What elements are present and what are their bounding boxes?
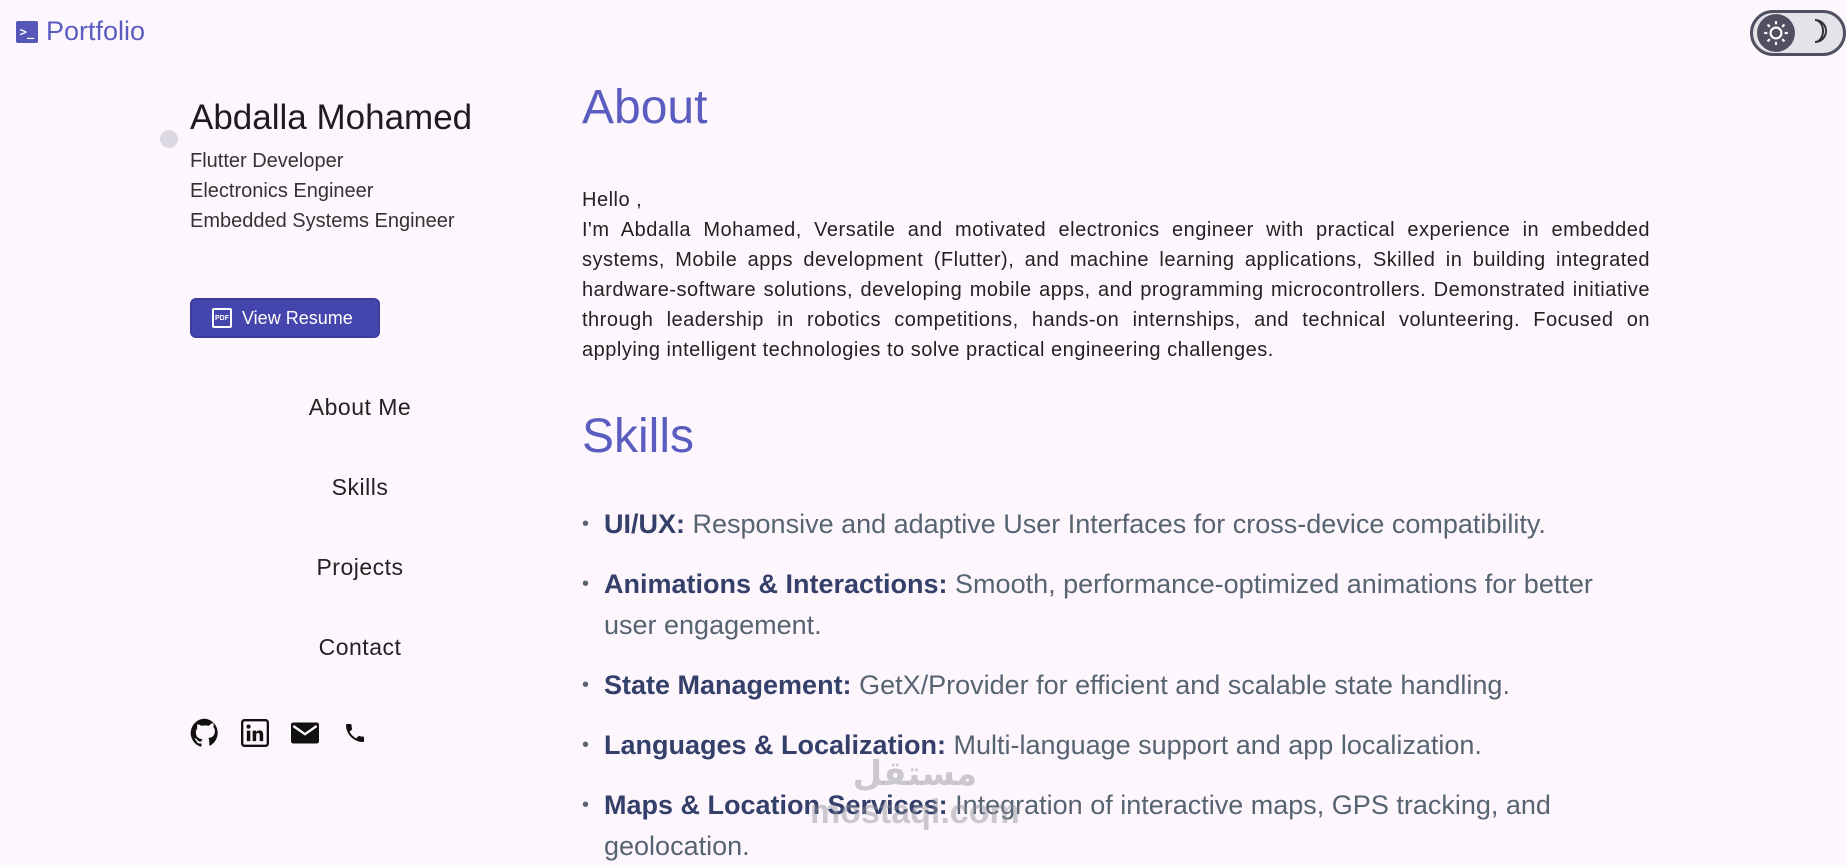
nav-contact[interactable]: Contact <box>160 634 560 661</box>
skill-item: State Management: GetX/Provider for effi… <box>582 665 1650 706</box>
role-flutter: Flutter Developer <box>190 150 344 172</box>
brand-title: Portfolio <box>46 16 146 46</box>
skill-item: UI/UX: Responsive and adaptive User Inte… <box>582 504 1650 545</box>
about-greeting: Hello , <box>582 189 643 211</box>
email-icon[interactable] <box>290 718 320 748</box>
nav-projects[interactable]: Projects <box>160 554 560 581</box>
profile-name: Abdalla Mohamed <box>190 98 473 137</box>
skills-title: Skills <box>582 410 695 463</box>
moon-icon <box>1809 18 1831 49</box>
pdf-icon: PDF <box>212 308 232 328</box>
phone-icon[interactable] <box>340 718 370 748</box>
view-resume-button[interactable]: PDF View Resume <box>190 298 380 338</box>
role-embedded: Embedded Systems Engineer <box>190 210 455 232</box>
social-links <box>190 718 370 748</box>
brand[interactable]: >_ Portfolio <box>16 16 145 47</box>
about-body: I'm Abdalla Mohamed, Versatile and motiv… <box>582 219 1650 361</box>
linkedin-icon[interactable] <box>240 718 270 748</box>
sun-icon <box>1757 14 1795 52</box>
theme-toggle[interactable] <box>1750 10 1846 56</box>
skill-item: Languages & Localization: Multi-language… <box>582 725 1650 766</box>
skills-list: UI/UX: Responsive and adaptive User Inte… <box>582 504 1650 867</box>
skill-item: Animations & Interactions: Smooth, perfo… <box>582 564 1650 646</box>
github-icon[interactable] <box>190 718 220 748</box>
terminal-icon: >_ <box>16 20 38 43</box>
view-resume-label: View Resume <box>242 307 353 328</box>
main-content: About Hello , I'm Abdalla Mohamed, Versa… <box>582 80 1650 867</box>
about-title: About <box>582 81 708 134</box>
nav-about-me[interactable]: About Me <box>160 394 560 421</box>
avatar <box>160 130 178 148</box>
role-electronics: Electronics Engineer <box>190 180 374 202</box>
nav-skills[interactable]: Skills <box>160 474 560 501</box>
skill-item: Maps & Location Services: Integration of… <box>582 785 1650 867</box>
